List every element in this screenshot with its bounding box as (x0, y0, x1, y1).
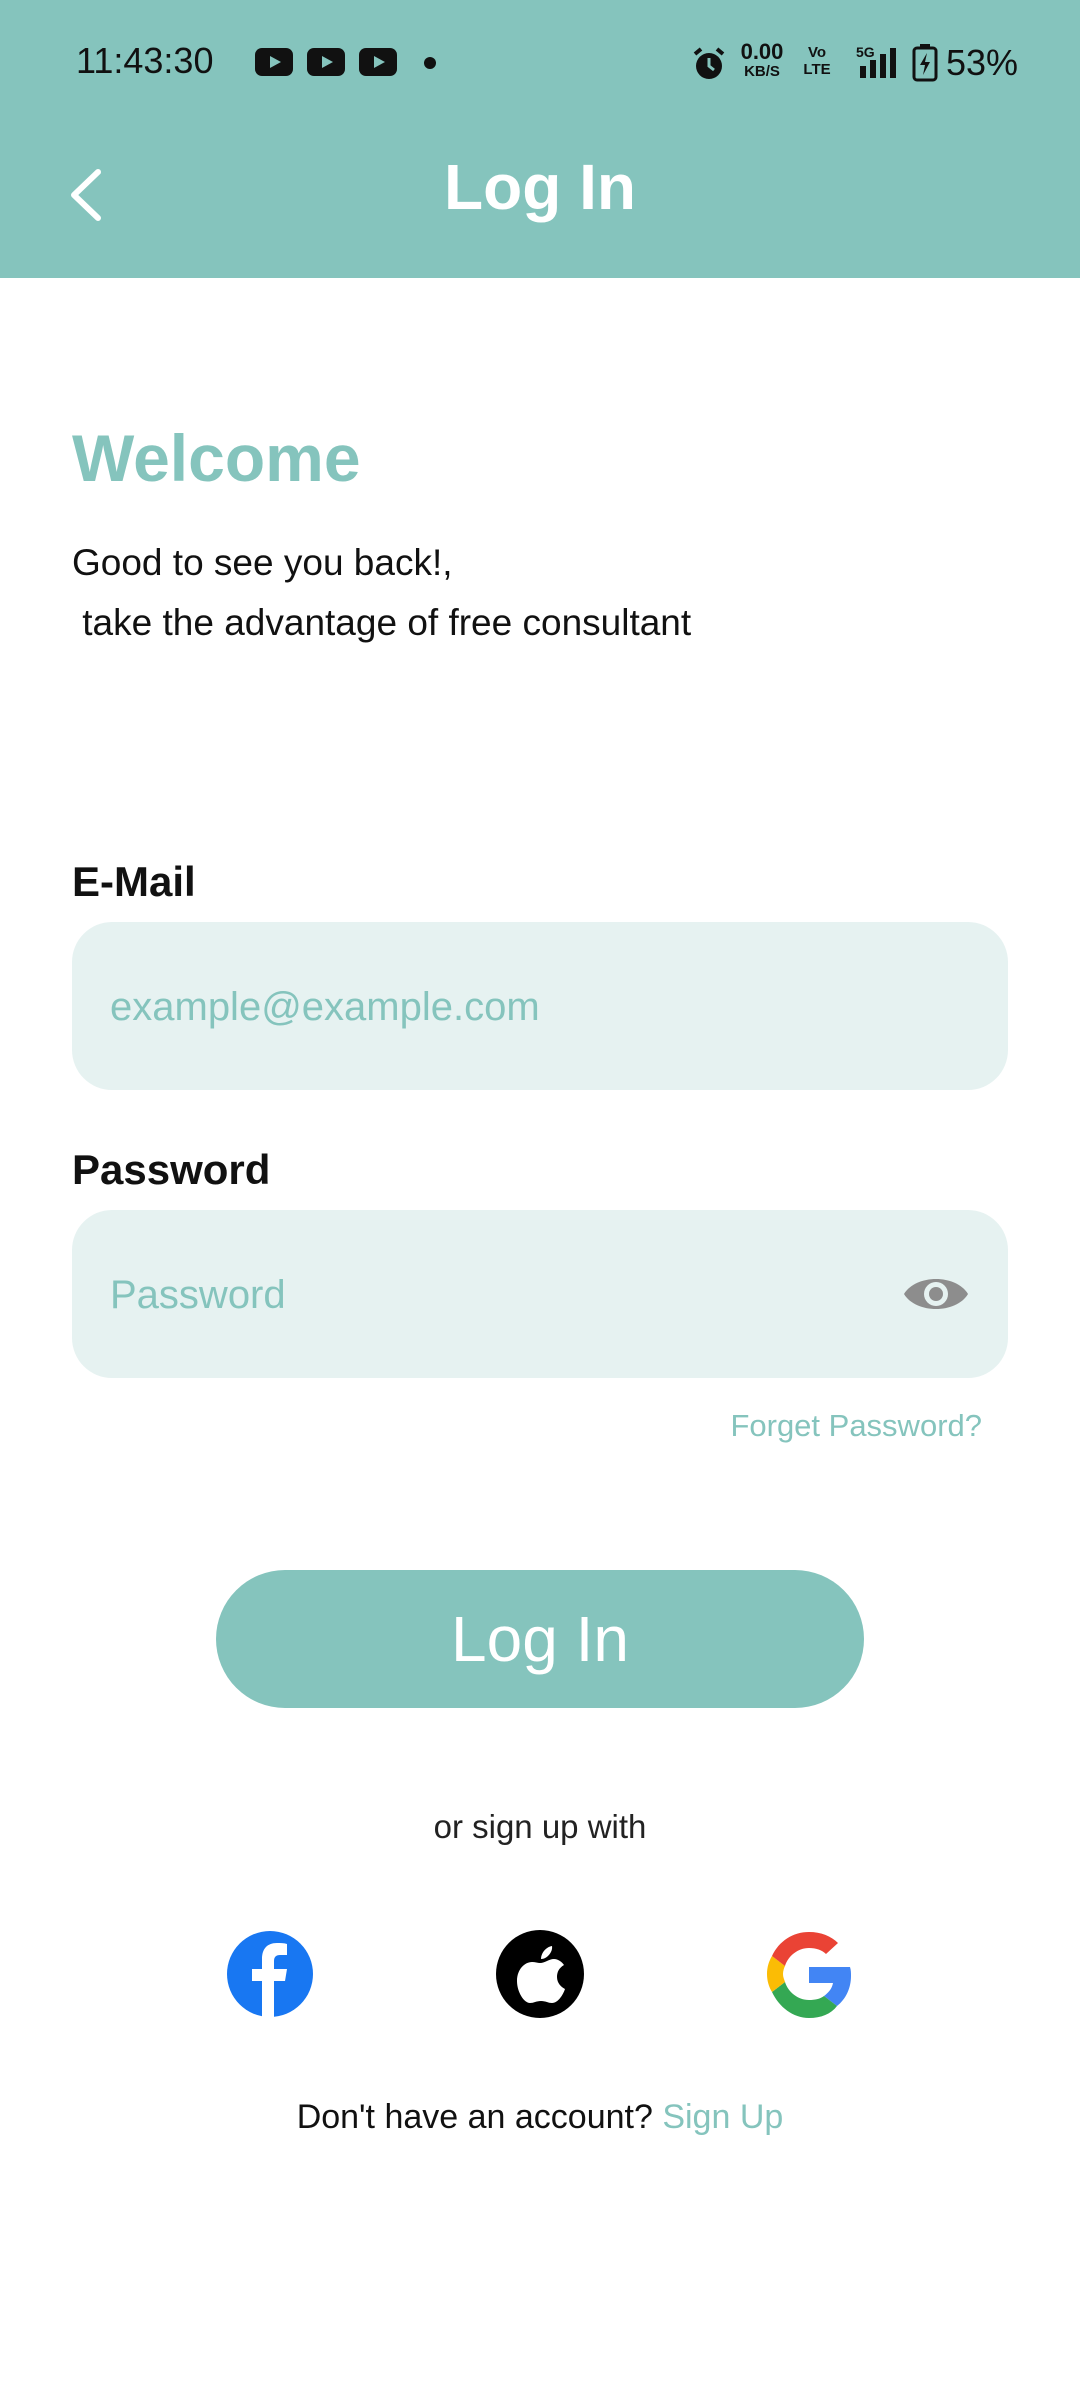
password-label: Password (72, 1146, 271, 1193)
signup-prompt-text: Don't have an account? (296, 2098, 663, 2136)
youtube-icon (255, 48, 293, 76)
email-field-container (72, 922, 1008, 1092)
battery-icon (912, 44, 938, 82)
speed-value: 0.00 (740, 39, 784, 64)
forgot-password-link[interactable]: Forget Password? (730, 1408, 982, 1444)
apple-login-button[interactable] (495, 1929, 585, 2019)
app-header: 11:43:30 0.00 KB/S Vo LTE 5G 53% Log In (0, 0, 1080, 278)
network-speed: 0.00 KB/S (732, 39, 792, 82)
battery-percent: 53% (946, 42, 1019, 83)
youtube-icon (307, 48, 345, 76)
facebook-login-button[interactable] (225, 1929, 315, 2019)
login-button[interactable]: Log In (216, 1570, 864, 1708)
alarm-icon (693, 47, 725, 79)
password-field-container (72, 1210, 1008, 1380)
network-type: 5G (856, 44, 875, 60)
email-label: E-Mail (72, 858, 196, 905)
page-title: Log In (444, 151, 636, 223)
show-password-eye-icon[interactable] (902, 1270, 970, 1318)
notification-dot-icon (424, 57, 436, 69)
password-field[interactable] (108, 1210, 892, 1380)
google-icon (767, 1932, 851, 2018)
apple-icon (496, 1930, 584, 2018)
volte-top: Vo (807, 44, 827, 61)
google-login-button[interactable] (763, 1929, 853, 2019)
status-icons: 0.00 KB/S Vo LTE 5G 53% (680, 0, 1080, 125)
volte-bottom: LTE (803, 61, 831, 78)
email-field[interactable] (108, 922, 892, 1092)
welcome-subtitle-line1: Good to see you back!, (72, 542, 453, 583)
signal-icon: 5G (856, 44, 896, 78)
welcome-heading: Welcome (72, 421, 361, 495)
status-time: 11:43:30 (76, 40, 214, 81)
status-bar: 11:43:30 0.00 KB/S Vo LTE 5G 53% (0, 0, 1080, 125)
volte-indicator: Vo LTE (802, 44, 832, 78)
sign-up-link[interactable]: Sign Up (662, 2098, 783, 2136)
welcome-subtitle-line2: take the advantage of free consultant (72, 602, 692, 643)
signup-prompt: Don't have an account? Sign Up (0, 2098, 1080, 2137)
speed-unit: KB/S (744, 63, 780, 80)
facebook-icon (227, 1931, 313, 2017)
or-sign-up-with-text: or sign up with (433, 1808, 647, 1845)
youtube-icon (359, 48, 397, 76)
